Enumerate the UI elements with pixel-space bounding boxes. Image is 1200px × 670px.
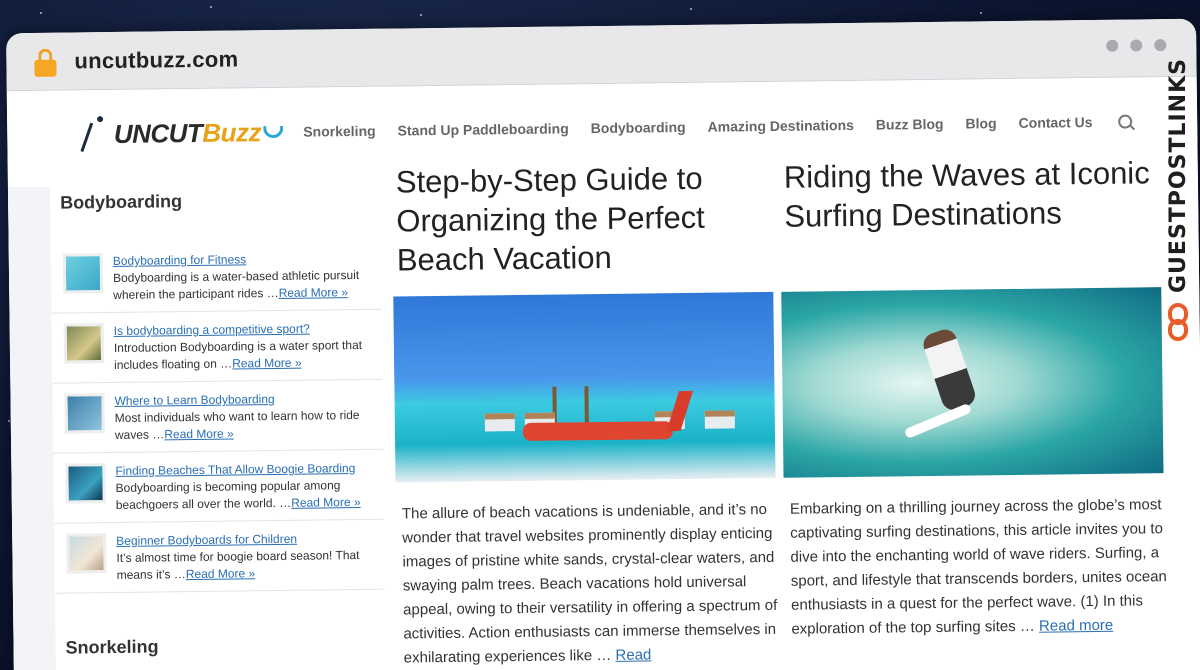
sidebar: Bodyboarding Bodyboarding for Fitness Bo… (50, 175, 386, 670)
window-dot-icon[interactable] (1106, 39, 1119, 52)
article-card: Riding the Waves at Iconic Surfing Desti… (780, 153, 1170, 642)
paddleboarder-icon (83, 114, 112, 154)
list-item: Is bodyboarding a competitive sport? Int… (51, 309, 383, 384)
list-item: Where to Learn Bodyboarding Most individ… (52, 379, 384, 454)
wave-icon (262, 125, 284, 139)
post-thumbnail[interactable] (62, 253, 104, 294)
post-thumbnail[interactable] (63, 323, 105, 364)
post-title-link[interactable]: Beginner Bodyboards for Children (116, 530, 384, 550)
list-item: Beginner Bodyboards for Children It’s al… (54, 519, 385, 594)
widget-title-bodyboarding: Bodyboarding (59, 191, 183, 213)
list-item: Finding Beaches That Allow Boogie Boardi… (53, 449, 385, 524)
nav-blog[interactable]: Blog (965, 115, 996, 131)
chain-link-icon (1166, 303, 1190, 343)
post-thumbnail[interactable] (66, 533, 107, 574)
read-more-link[interactable]: Read (615, 646, 651, 663)
post-thumbnail[interactable] (64, 393, 105, 434)
list-item: Bodyboarding for Fitness Bodyboarding is… (50, 239, 382, 314)
read-more-link[interactable]: Read More » (279, 285, 349, 300)
article-excerpt: The allure of beach vacations is undenia… (401, 501, 778, 667)
read-more-link[interactable]: Read more (1039, 617, 1113, 635)
search-icon[interactable] (1118, 114, 1133, 129)
nav-buzz-blog[interactable]: Buzz Blog (876, 116, 944, 133)
watermark-badge: GUESTPOSTLINKS (1160, 58, 1196, 358)
logo-text-buzz: Buzz (202, 116, 262, 148)
web-page: UNCUT Buzz Snorkeling Stand Up Paddleboa… (6, 76, 1200, 670)
site-logo[interactable]: UNCUT Buzz (83, 110, 284, 156)
post-title-link[interactable]: Bodyboarding for Fitness (113, 250, 381, 270)
browser-window: uncutbuzz.com UNCUT Buzz Snorkeling Stan… (6, 18, 1200, 670)
nav-contact-us[interactable]: Contact Us (1019, 114, 1093, 131)
article-card: Step-by-Step Guide to Organizing the Per… (392, 158, 780, 670)
post-excerpt: Most individuals who want to learn how t… (114, 407, 360, 442)
nav-bodyboarding[interactable]: Bodyboarding (591, 119, 686, 136)
lock-icon (34, 48, 57, 78)
read-more-link[interactable]: Read More » (186, 566, 256, 581)
post-title-link[interactable]: Where to Learn Bodyboarding (114, 390, 382, 410)
read-more-link[interactable]: Read More » (164, 427, 234, 442)
nav-snorkeling[interactable]: Snorkeling (303, 123, 376, 140)
article-excerpt: Embarking on a thrilling journey across … (789, 496, 1167, 638)
nav-stand-up-paddleboarding[interactable]: Stand Up Paddleboarding (398, 120, 569, 138)
window-dot-icon[interactable] (1130, 39, 1143, 52)
address-bar[interactable]: uncutbuzz.com (74, 46, 238, 74)
read-more-link[interactable]: Read More » (232, 356, 302, 371)
post-title-link[interactable]: Is bodyboarding a competitive sport? (114, 320, 382, 340)
article-title[interactable]: Riding the Waves at Iconic Surfing Desti… (784, 153, 1165, 278)
window-dot-icon[interactable] (1154, 39, 1167, 52)
watermark-text: GUESTPOSTLINKS (1165, 58, 1191, 293)
post-title-link[interactable]: Finding Beaches That Allow Boogie Boardi… (115, 460, 383, 480)
read-more-link[interactable]: Read More » (291, 495, 361, 510)
nav-amazing-destinations[interactable]: Amazing Destinations (708, 117, 854, 135)
article-hero-image[interactable] (781, 287, 1164, 478)
post-thumbnail[interactable] (65, 463, 106, 504)
article-hero-image[interactable] (393, 291, 776, 483)
widget-title-snorkeling: Snorkeling (65, 636, 159, 658)
article-title[interactable]: Step-by-Step Guide to Organizing the Per… (396, 158, 775, 283)
window-controls (1106, 39, 1167, 52)
logo-text-uncut: UNCUT (113, 117, 203, 149)
main-nav: Snorkeling Stand Up Paddleboarding Bodyb… (303, 114, 1133, 140)
